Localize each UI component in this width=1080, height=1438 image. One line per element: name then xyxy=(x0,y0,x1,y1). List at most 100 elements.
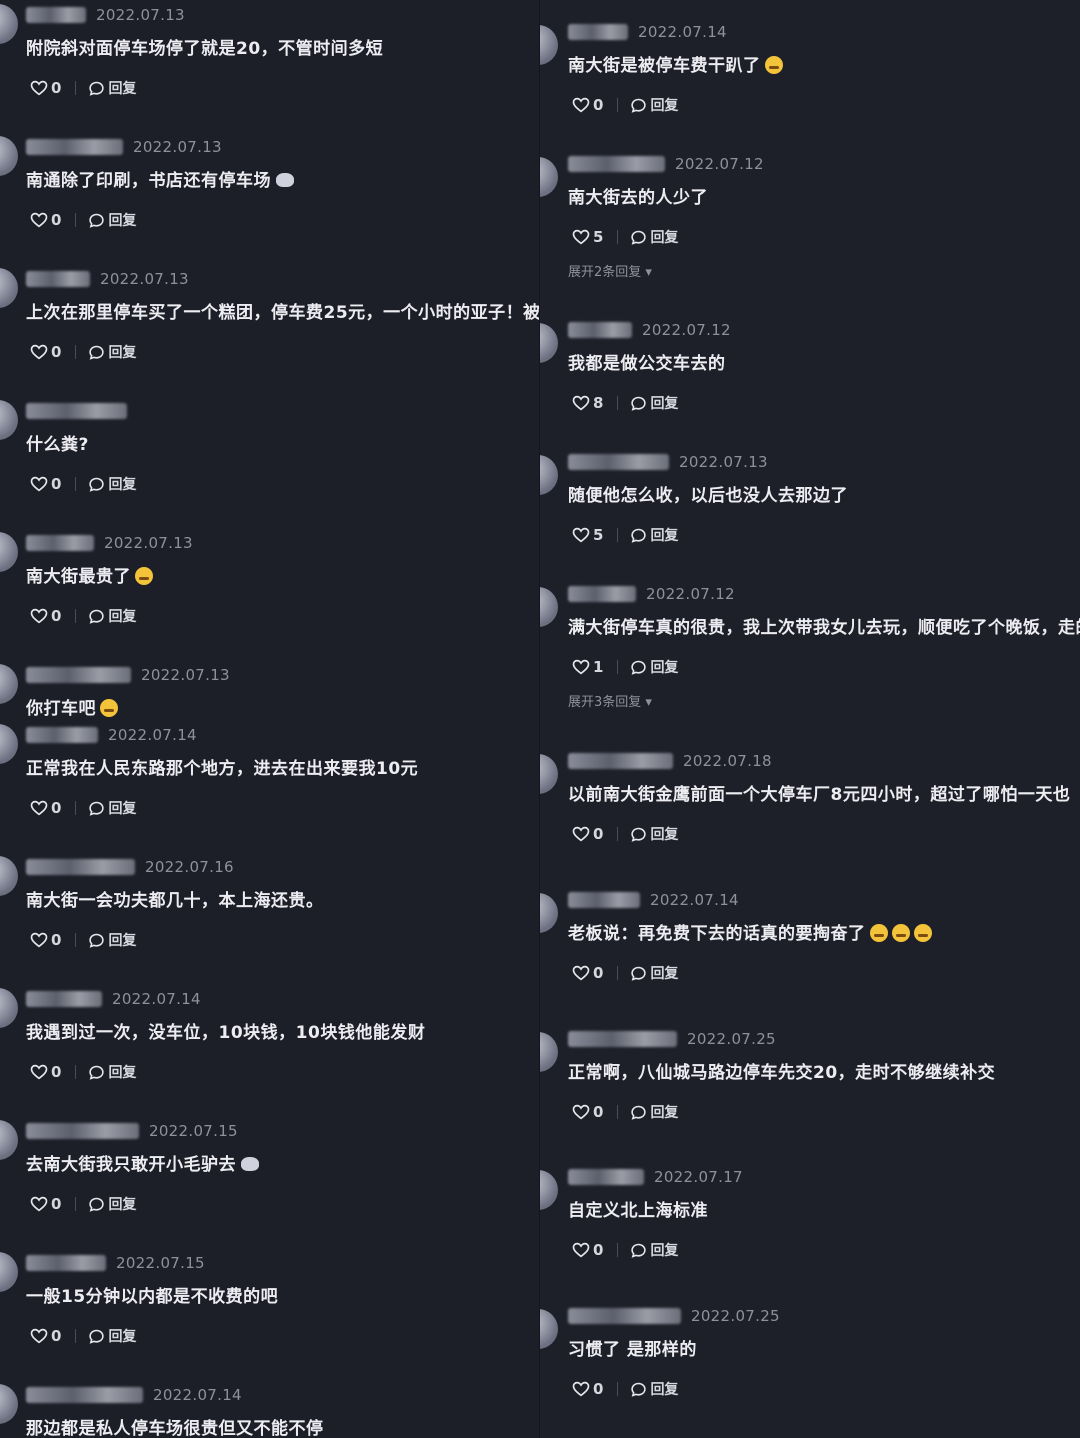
blurred-username[interactable] xyxy=(568,322,632,338)
blurred-username[interactable] xyxy=(26,1123,139,1139)
avatar[interactable] xyxy=(0,724,18,764)
reply-label: 回复 xyxy=(108,213,137,229)
avatar[interactable] xyxy=(0,268,18,308)
blurred-username[interactable] xyxy=(26,1387,143,1403)
avatar[interactable] xyxy=(540,1032,558,1072)
blurred-username[interactable] xyxy=(568,156,665,172)
avatar[interactable] xyxy=(0,1384,18,1424)
avatar[interactable] xyxy=(0,856,18,896)
reply-button[interactable]: 回复 xyxy=(630,963,678,983)
comment-date: 2022.07.12 xyxy=(642,321,731,339)
avatar[interactable] xyxy=(540,1170,558,1210)
blurred-username[interactable] xyxy=(26,991,102,1007)
reply-button[interactable]: 回复 xyxy=(630,657,678,677)
blurred-username[interactable] xyxy=(26,535,94,551)
blurred-username[interactable] xyxy=(568,892,640,908)
reply-button[interactable]: 回复 xyxy=(630,1240,678,1260)
like-button[interactable]: 0 xyxy=(30,1327,75,1345)
comment-item: 2022.07.18 以前南大街金鹰前面一个大停车厂8元四小时，超过了哪怕一天也 0… xyxy=(540,750,1080,870)
reply-button[interactable]: 回复 xyxy=(630,393,678,413)
like-button[interactable]: 0 xyxy=(30,343,75,361)
blurred-username[interactable] xyxy=(568,1169,644,1185)
like-button[interactable]: 0 xyxy=(30,475,75,493)
avatar[interactable] xyxy=(540,754,558,794)
comment-text-content: 南大街去的人少了 xyxy=(568,188,708,208)
avatar[interactable] xyxy=(0,136,18,176)
avatar[interactable] xyxy=(0,4,18,44)
like-button[interactable]: 0 xyxy=(572,1241,617,1259)
reply-bubble-icon xyxy=(631,827,647,842)
like-button[interactable]: 0 xyxy=(30,1063,75,1081)
like-button[interactable]: 1 xyxy=(572,658,617,676)
blurred-username[interactable] xyxy=(26,403,127,419)
avatar[interactable] xyxy=(0,988,18,1028)
reply-button[interactable]: 回复 xyxy=(88,798,136,818)
comment-text-content: 一般15分钟以内都是不收费的吧 xyxy=(26,1287,279,1307)
avatar[interactable] xyxy=(0,1120,18,1160)
like-button[interactable]: 0 xyxy=(572,1103,617,1121)
comment-date: 2022.07.15 xyxy=(149,1122,238,1140)
blurred-username[interactable] xyxy=(568,753,673,769)
reply-button[interactable]: 回复 xyxy=(88,1062,136,1082)
comment-date: 2022.07.13 xyxy=(141,666,230,684)
blurred-username[interactable] xyxy=(26,139,123,155)
like-button[interactable]: 0 xyxy=(30,607,75,625)
like-button[interactable]: 0 xyxy=(30,931,75,949)
blurred-username[interactable] xyxy=(568,454,669,470)
avatar[interactable] xyxy=(540,455,558,495)
comment-item: 2022.07.13 上次在那里停车买了一个糕团，停车费25元，一个小时的亚子！被… xyxy=(0,268,540,388)
reply-button[interactable]: 回复 xyxy=(88,78,136,98)
like-button[interactable]: 5 xyxy=(572,228,617,246)
expand-replies-link[interactable]: 展开3条回复 ▾ xyxy=(568,691,652,710)
reply-button[interactable]: 回复 xyxy=(630,1379,678,1399)
blurred-username[interactable] xyxy=(568,1031,677,1047)
like-button[interactable]: 5 xyxy=(572,526,617,544)
reply-button[interactable]: 回复 xyxy=(88,1326,136,1346)
blurred-username[interactable] xyxy=(568,1308,681,1324)
like-button[interactable]: 0 xyxy=(30,799,75,817)
reply-button[interactable]: 回复 xyxy=(630,95,678,115)
blurred-username[interactable] xyxy=(26,271,90,287)
expand-replies-link[interactable]: 展开2条回复 ▾ xyxy=(568,261,652,280)
like-count: 0 xyxy=(51,931,62,949)
comment-meta: 2022.07.12 xyxy=(568,583,735,605)
blurred-username[interactable] xyxy=(26,7,86,23)
comment-date: 2022.07.13 xyxy=(100,270,189,288)
reply-button[interactable]: 回复 xyxy=(88,474,136,494)
like-button[interactable]: 0 xyxy=(30,211,75,229)
reply-button[interactable]: 回复 xyxy=(630,227,678,247)
reply-button[interactable]: 回复 xyxy=(88,606,136,626)
avatar[interactable] xyxy=(0,664,18,704)
reply-button[interactable]: 回复 xyxy=(88,1194,136,1214)
blurred-username[interactable] xyxy=(26,727,98,743)
reply-button[interactable]: 回复 xyxy=(88,930,136,950)
like-button[interactable]: 8 xyxy=(572,394,617,412)
avatar[interactable] xyxy=(540,893,558,933)
reply-button[interactable]: 回复 xyxy=(630,824,678,844)
avatar[interactable] xyxy=(0,400,18,440)
blurred-username[interactable] xyxy=(568,24,628,40)
avatar[interactable] xyxy=(0,1252,18,1292)
reply-button[interactable]: 回复 xyxy=(630,1102,678,1122)
blurred-username[interactable] xyxy=(26,1255,106,1271)
comment-text-content: 随便他怎么收，以后也没人去那边了 xyxy=(568,486,848,506)
like-button[interactable]: 0 xyxy=(572,964,617,982)
reply-button[interactable]: 回复 xyxy=(88,342,136,362)
like-button[interactable]: 0 xyxy=(30,79,75,97)
avatar[interactable] xyxy=(540,1309,558,1349)
blurred-username[interactable] xyxy=(26,667,131,683)
like-button[interactable]: 0 xyxy=(572,96,617,114)
like-button[interactable]: 0 xyxy=(30,1195,75,1213)
avatar[interactable] xyxy=(0,532,18,572)
like-button[interactable]: 0 xyxy=(572,1380,617,1398)
avatar[interactable] xyxy=(540,25,558,65)
avatar[interactable] xyxy=(540,587,558,627)
like-button[interactable]: 0 xyxy=(572,825,617,843)
blurred-username[interactable] xyxy=(568,586,636,602)
avatar[interactable] xyxy=(540,323,558,363)
avatar[interactable] xyxy=(540,157,558,197)
blurred-username[interactable] xyxy=(26,859,135,875)
reply-button[interactable]: 回复 xyxy=(630,525,678,545)
reply-button[interactable]: 回复 xyxy=(88,210,136,230)
comment-item: 2022.07.15 去南大街我只敢开小毛驴去 0 回复 xyxy=(0,1120,540,1240)
